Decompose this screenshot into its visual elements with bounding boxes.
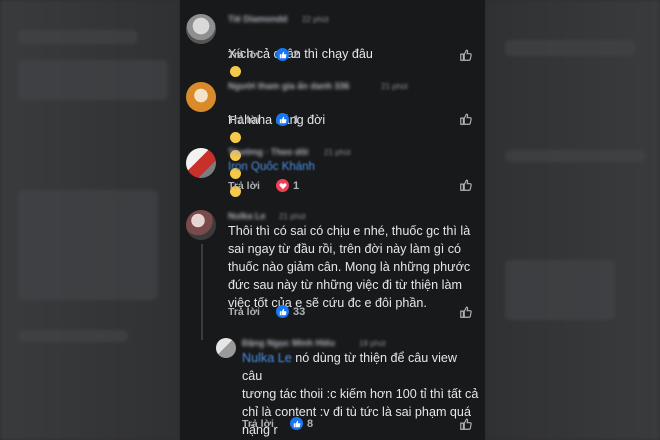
like-reaction-icon — [276, 48, 289, 61]
avatar[interactable] — [186, 210, 216, 240]
comment-mention[interactable]: Nulka Le — [242, 351, 292, 365]
reaction-count: 1 — [293, 179, 300, 192]
reaction-count: 2 — [293, 48, 300, 61]
avatar[interactable] — [216, 338, 236, 358]
avatar[interactable] — [186, 14, 216, 44]
reply-button[interactable]: Trả lời — [228, 306, 260, 318]
like-button-icon[interactable] — [459, 305, 473, 319]
comment-time[interactable]: 21 phút — [324, 148, 351, 157]
love-reaction-icon — [276, 179, 289, 192]
comment-text: Nulka Le nó dùng từ thiện để câu view câ… — [242, 349, 479, 439]
comment-time[interactable]: 18 phút — [359, 339, 386, 348]
reaction-summary[interactable]: 1 — [276, 113, 299, 126]
reply-button[interactable]: Trả lời — [228, 114, 260, 126]
like-reaction-icon — [276, 305, 289, 318]
comment-text: Thôi thì có sai có chịu e nhé, thuốc gc … — [228, 224, 471, 310]
reaction-summary[interactable]: 1 — [276, 179, 299, 192]
comment-time[interactable]: 21 phút — [381, 82, 408, 91]
reaction-summary[interactable]: 2 — [276, 48, 299, 61]
reaction-summary[interactable]: 8 — [290, 417, 313, 430]
reply-button[interactable]: Trả lời — [242, 418, 274, 430]
comments-panel: Tiê Diamondd 22 phút Xích cả chân thì ch… — [180, 0, 485, 440]
comment-author[interactable]: Tiê Diamondd — [228, 14, 287, 24]
comment-mention[interactable]: Iron Quốc Khánh — [228, 158, 315, 176]
like-button-icon[interactable] — [459, 112, 473, 126]
reaction-summary[interactable]: 33 — [276, 305, 305, 318]
reply-thread-line — [201, 244, 203, 340]
comment-author[interactable]: Nulka Le — [228, 211, 266, 221]
comment-author[interactable]: Thường · Theo dõi — [228, 147, 308, 157]
background-left-panel — [0, 0, 180, 440]
avatar[interactable] — [186, 148, 216, 178]
comment-time[interactable]: 21 phút — [279, 212, 306, 221]
comment-time[interactable]: 22 phút — [302, 15, 329, 24]
reaction-count: 1 — [293, 113, 300, 126]
reply-button[interactable]: Trả lời — [228, 49, 260, 61]
reaction-count: 8 — [307, 417, 314, 430]
like-reaction-icon — [276, 113, 289, 126]
like-reaction-icon — [290, 417, 303, 430]
background-right-panel — [485, 0, 660, 440]
thinking-emoji-icon — [230, 66, 241, 77]
comment-author[interactable]: Đặng Ngọc Minh Hiếu — [242, 338, 335, 348]
reaction-count: 33 — [293, 305, 306, 318]
like-button-icon[interactable] — [459, 48, 473, 62]
reply-button[interactable]: Trả lời — [228, 180, 260, 192]
like-button-icon[interactable] — [459, 178, 473, 192]
like-button-icon[interactable] — [459, 417, 473, 431]
avatar[interactable] — [186, 82, 216, 112]
joy-emoji-icon — [230, 132, 241, 143]
comment-author[interactable]: Người tham gia ẩn danh 336 — [228, 81, 349, 91]
